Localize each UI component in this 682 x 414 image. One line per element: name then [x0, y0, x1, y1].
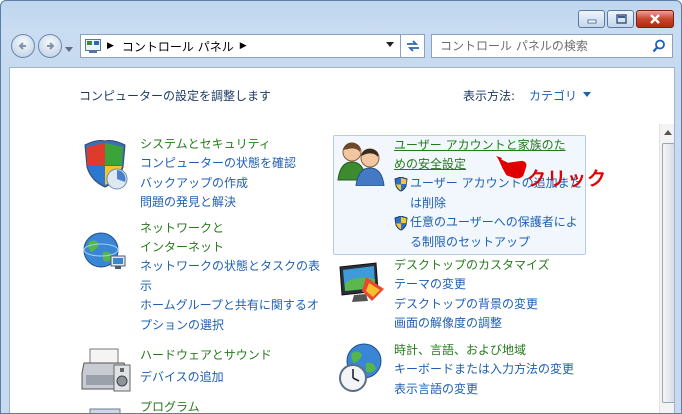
close-icon [650, 14, 660, 24]
search-input[interactable] [432, 39, 642, 53]
address-dropdown-icon[interactable] [386, 42, 394, 48]
breadcrumb-separator[interactable]: ▶ [240, 41, 247, 51]
refresh-button[interactable] [401, 34, 425, 58]
content-pane: コンピューターの設定を調整します 表示方法: カテゴリ システムとセキュリティ … [9, 67, 675, 413]
link-change-background[interactable]: デスクトップの背景の変更 [394, 295, 550, 315]
uac-shield-icon [394, 177, 408, 192]
link-change-keyboard[interactable]: キーボードまたは入力方法の変更 [394, 360, 574, 380]
pointing-hand-icon [494, 154, 528, 180]
link-network-status-line1[interactable]: ネットワークの状態とタスクの表 [140, 257, 320, 277]
forward-arrow-icon [47, 42, 55, 50]
scroll-thumb[interactable] [662, 143, 674, 403]
control-panel-window: ▶ コントロール パネル ▶ コンピューターの設定を調整します 表示方法: カテ… [0, 0, 682, 414]
clock-globe-icon [339, 343, 382, 392]
chevron-down-icon [65, 47, 73, 52]
link-create-backup[interactable]: バックアップの作成 [140, 174, 296, 194]
link-find-fix-problems[interactable]: 問題の発見と解決 [140, 193, 296, 213]
view-by-dropdown[interactable]: カテゴリ [529, 87, 577, 104]
search-icon[interactable] [652, 39, 666, 53]
back-button[interactable] [11, 34, 35, 58]
view-by-label: 表示方法: [463, 89, 516, 103]
category-title-system-security[interactable]: システムとセキュリティ [140, 135, 296, 154]
search-box[interactable] [431, 34, 673, 58]
link-homegroup-line1[interactable]: ホームグループと共有に関するオ [140, 296, 320, 316]
programs-icon [89, 408, 121, 413]
click-annotation: クリック [527, 168, 608, 190]
vertical-scrollbar[interactable] [659, 124, 674, 413]
chevron-up-icon [664, 130, 672, 135]
maximize-icon [615, 14, 627, 24]
network-globe-icon [83, 232, 126, 269]
link-change-theme[interactable]: テーマの変更 [394, 275, 550, 295]
category-network-internet: ネットワークと インターネット ネットワークの状態とタスクの表 示 ホームグルー… [140, 219, 320, 335]
close-button[interactable] [636, 10, 674, 28]
scroll-up-button[interactable] [660, 124, 674, 141]
link-parental-controls[interactable]: 任意のユーザーへの保護者によ る制限のセットアップ [394, 213, 582, 252]
category-appearance: デスクトップのカスタマイズ テーマの変更 デスクトップの背景の変更 画面の解像度… [394, 256, 550, 334]
link-add-device[interactable]: デバイスの追加 [140, 368, 272, 388]
link-network-status-line2[interactable]: 示 [140, 277, 320, 297]
maximize-button[interactable] [607, 10, 634, 28]
printer-icon [81, 348, 131, 392]
monitor-icon [339, 262, 384, 302]
uac-shield-icon [394, 216, 408, 231]
link-parental-controls-line2[interactable]: る制限のセットアップ [410, 233, 578, 253]
category-title-network-line1[interactable]: ネットワークと [140, 219, 320, 238]
category-title-network-line2[interactable]: インターネット [140, 238, 320, 257]
breadcrumb-separator[interactable]: ▶ [107, 41, 114, 51]
category-programs: プログラム [140, 398, 200, 413]
category-clock-language: 時計、言語、および地域 キーボードまたは入力方法の変更 表示言語の変更 [394, 341, 574, 399]
category-title-programs[interactable]: プログラム [140, 398, 200, 413]
category-hardware-sound: ハードウェアとサウンド デバイスの追加 [140, 346, 272, 388]
link-adjust-resolution[interactable]: 画面の解像度の調整 [394, 314, 550, 334]
category-title-hardware-sound[interactable]: ハードウェアとサウンド [140, 346, 272, 365]
link-add-remove-user-line2[interactable]: は削除 [410, 194, 582, 214]
link-change-display-language[interactable]: 表示言語の変更 [394, 380, 574, 400]
minimize-icon [587, 19, 596, 24]
link-parental-controls-line1[interactable]: 任意のユーザーへの保護者によ [410, 213, 578, 233]
system-security-shield-icon [84, 140, 128, 190]
category-system-security: システムとセキュリティ コンピューターの状態を確認 バックアップの作成 問題の発… [140, 135, 296, 213]
category-user-accounts: ユーザー アカウントと家族のた めの安全設定 ユーザー アカウントの追加また は… [394, 136, 582, 252]
category-title-clock-language[interactable]: 時計、言語、および地域 [394, 341, 574, 360]
link-homegroup-line2[interactable]: プションの選択 [140, 316, 320, 336]
breadcrumb-control-panel[interactable]: コントロール パネル [122, 38, 234, 55]
recent-pages-dropdown[interactable] [65, 42, 73, 56]
refresh-icon [406, 40, 419, 52]
users-icon [337, 142, 385, 186]
category-title-appearance[interactable]: デスクトップのカスタマイズ [394, 256, 550, 275]
address-bar[interactable]: ▶ コントロール パネル ▶ [80, 34, 401, 58]
page-title: コンピューターの設定を調整します [79, 89, 272, 103]
forward-button[interactable] [38, 34, 62, 58]
minimize-button[interactable] [578, 10, 605, 28]
category-title-user-accounts-line1[interactable]: ユーザー アカウントと家族のた [394, 136, 582, 155]
control-panel-icon [85, 39, 101, 53]
link-check-computer-status[interactable]: コンピューターの状態を確認 [140, 154, 296, 174]
chevron-down-icon[interactable] [583, 92, 591, 97]
back-arrow-icon [18, 42, 26, 50]
